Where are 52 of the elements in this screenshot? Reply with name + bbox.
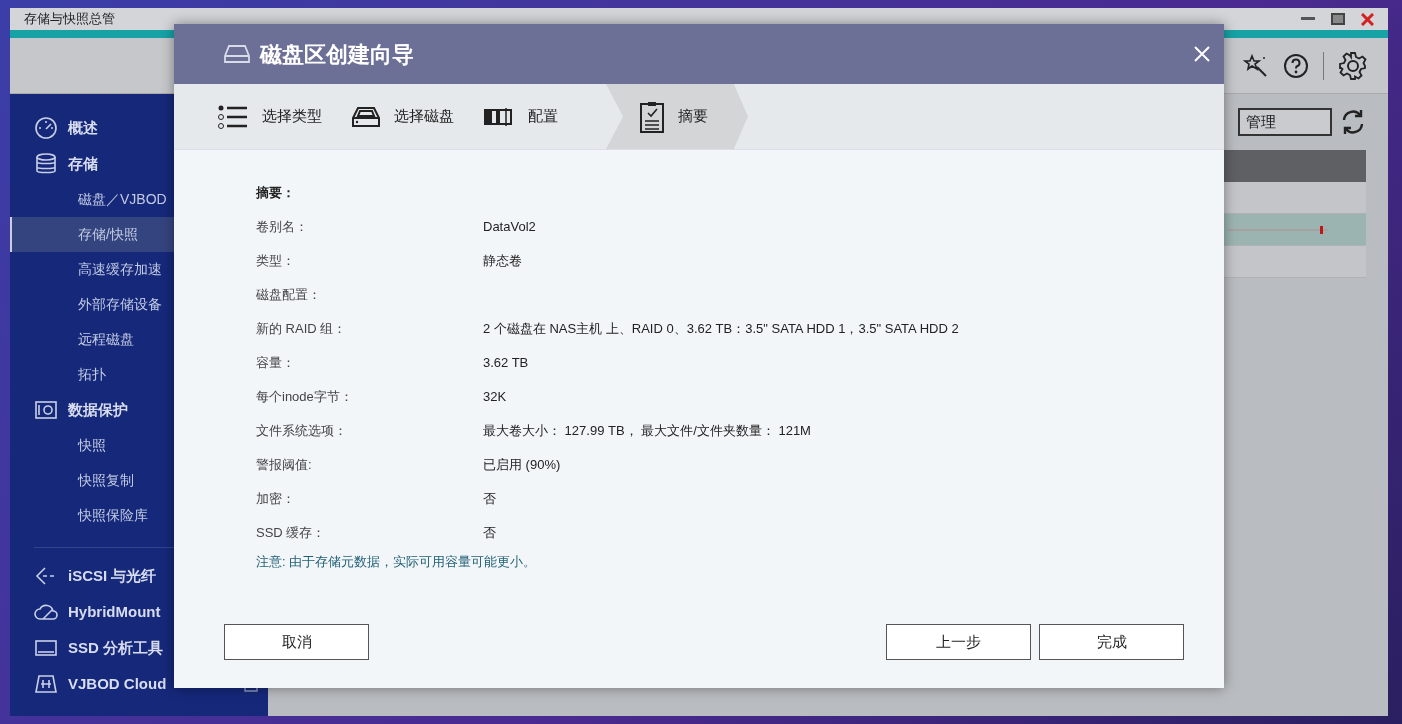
clipboard-check-icon <box>640 100 664 133</box>
field-value: 静态卷 <box>483 252 522 271</box>
field-label: 容量： <box>256 354 296 373</box>
field-label: 磁盘配置： <box>256 286 322 305</box>
manage-button[interactable]: 管理 <box>1238 108 1332 136</box>
field-value: 已启用 (90%) <box>483 456 561 475</box>
sidebar-item[interactable]: HybridMount <box>68 600 161 624</box>
field-label: 每个inode字节： <box>256 388 354 407</box>
close-icon[interactable] <box>1361 12 1374 26</box>
sidebar-item[interactable]: 概述 <box>68 116 98 140</box>
field-label: 警报阈值: <box>256 456 313 475</box>
field-value: 否 <box>483 524 496 543</box>
list-icon <box>218 104 248 129</box>
sidebar-item[interactable]: SSD 分析工具 <box>68 636 163 660</box>
window-title: 存储与快照总管 <box>24 10 115 29</box>
summary-heading: 摘要： <box>256 184 296 203</box>
camera-icon <box>34 398 58 422</box>
enclosure-icon <box>34 672 58 696</box>
field-value: 3.62 TB <box>483 354 529 373</box>
field-value: 否 <box>483 490 496 509</box>
dialog-title: 磁盘区创建向导 <box>260 40 414 69</box>
disk-icon <box>352 105 380 128</box>
field-value: 2 个磁盘在 NAS主机 上、RAID 0、3.62 TB：3.5" SATA HDD 1，3.5" SATA HDD 2 <box>483 320 959 339</box>
field-value: DataVol2 <box>483 218 536 237</box>
wizard-step[interactable]: 选择类型 <box>214 84 348 149</box>
field-label: 类型： <box>256 252 296 271</box>
field-label: 文件系统选项： <box>256 422 348 441</box>
sidebar-item[interactable]: 存储 <box>68 152 98 176</box>
database-icon <box>34 152 58 176</box>
note-text: 注意: 由于存储元数据，实际可用容量可能更小。 <box>256 553 538 571</box>
field-value: 32K <box>483 388 507 407</box>
field-label: 加密： <box>256 490 296 509</box>
finish-button[interactable]: 完成 <box>1039 624 1184 660</box>
settings-icon[interactable] <box>1338 50 1368 81</box>
sidebar-item[interactable]: iSCSI 与光纤 <box>68 564 157 588</box>
wizard-step[interactable]: 选择磁盘 <box>348 84 480 149</box>
field-label: SSD 缓存： <box>256 524 327 543</box>
maximize-icon[interactable] <box>1331 13 1345 25</box>
wizard-step[interactable]: 摘要 <box>606 84 748 149</box>
gauge-icon <box>34 116 58 140</box>
columns-icon <box>484 107 514 126</box>
back-button[interactable]: 上一步 <box>886 624 1031 660</box>
sidebar-item[interactable]: 数据保护 <box>68 398 128 422</box>
sidebar-item[interactable]: VJBOD Cloud <box>68 672 167 696</box>
magic-wand-icon[interactable] <box>1243 52 1269 79</box>
refresh-icon[interactable] <box>1340 108 1366 136</box>
wizard-step[interactable]: 配置 <box>480 84 584 149</box>
field-label: 新的 RAID 组： <box>256 320 348 339</box>
help-icon[interactable] <box>1283 52 1309 79</box>
cancel-button[interactable]: 取消 <box>224 624 369 660</box>
minimize-icon[interactable] <box>1301 17 1315 21</box>
field-value: 最大卷大小： 127.99 TB， 最大文件/文件夹数量： 121M <box>483 422 811 441</box>
